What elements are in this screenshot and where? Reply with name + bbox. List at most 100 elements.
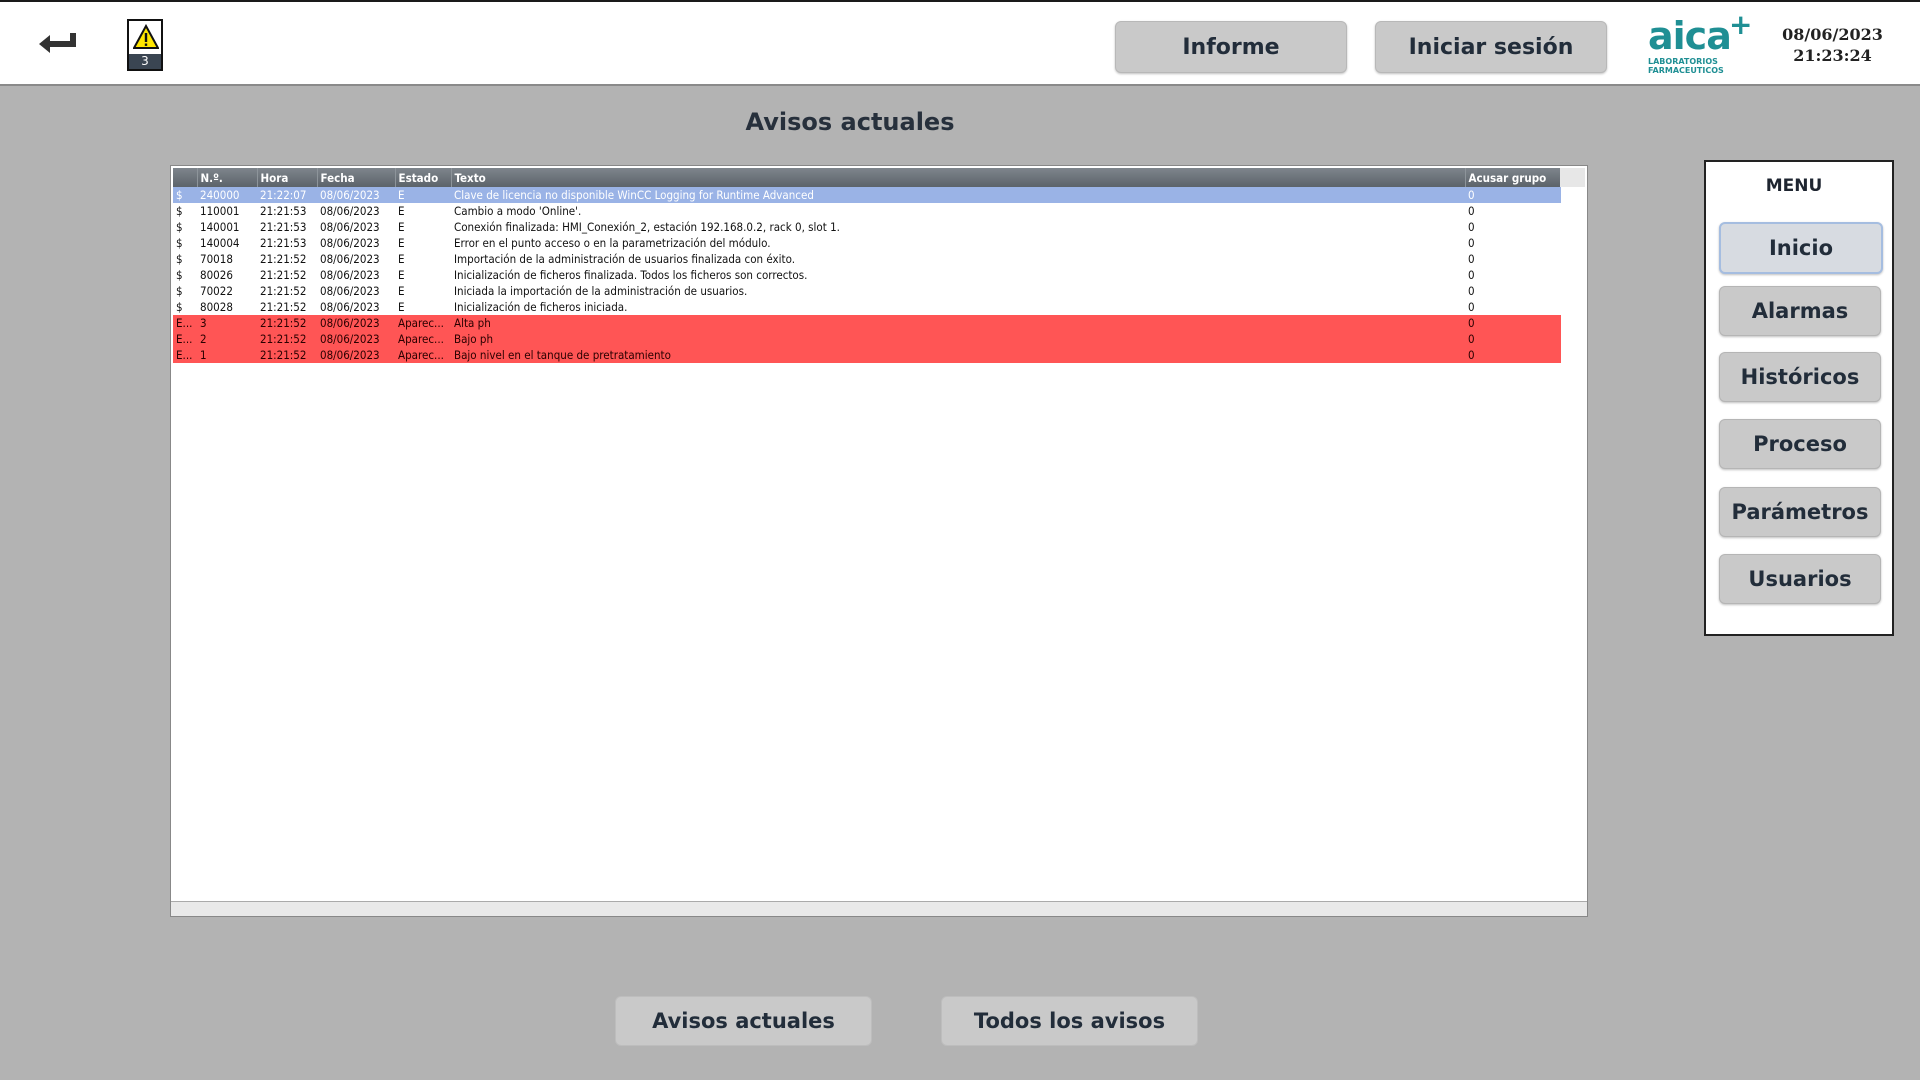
menu-usuarios-button[interactable]: Usuarios (1719, 554, 1881, 604)
cell-text: Alta ph (451, 315, 1465, 331)
cell-time: 21:21:53 (260, 220, 307, 234)
cell-date: 08/06/2023 (317, 315, 395, 331)
current-alarms-button[interactable]: Avisos actuales (615, 996, 872, 1046)
cell-status: E (398, 268, 405, 282)
alarm-view[interactable]: N.º. Hora Fecha Estado Texto Acusar grup… (170, 165, 1588, 917)
alarm-row[interactable]: $140004 21:21:53 08/06/2023 E Error en el pu… (173, 235, 1561, 251)
warning-icon (133, 24, 159, 49)
cell-number: 80028 (200, 300, 233, 314)
cell-number: 140004 (200, 236, 240, 250)
back-button[interactable] (30, 22, 86, 66)
cell-ack-group: 0 (1468, 252, 1475, 266)
alarm-row[interactable]: $80028 21:21:52 08/06/2023 E Inicialización … (173, 299, 1561, 315)
cell-text: Inicialización de ficheros iniciada. (454, 300, 628, 314)
cell-ack-group: 0 (1468, 268, 1475, 282)
cell-date: 08/06/2023 (317, 347, 395, 363)
logo-subtitle: LABORATORIOS FARMACEUTICOS (1648, 57, 1724, 75)
col-header-status[interactable]: Estado (395, 168, 452, 187)
cell-number: 70018 (200, 252, 233, 266)
cell-text: Importación de la administración de usua… (454, 252, 796, 266)
cell-ack-group: 0 (1468, 236, 1475, 250)
cell-time: 21:21:53 (260, 236, 307, 250)
cell-text: Iniciada la importación de la administra… (454, 284, 748, 298)
menu-panel: MENU Inicio Alarmas Históricos Proceso P… (1704, 160, 1894, 636)
alarm-row[interactable]: E... 1 21:21:52 08/06/2023 Aparec... Bajo niv… (173, 347, 1561, 363)
alarm-row[interactable]: $70022 21:21:52 08/06/2023 E Iniciada la imp… (173, 283, 1561, 299)
menu-inicio-button[interactable]: Inicio (1719, 222, 1883, 274)
cell-ack-group: 0 (1465, 331, 1561, 347)
cell-time: 21:21:52 (257, 347, 317, 363)
cell-status: Aparec... (395, 315, 451, 331)
cell-date: 08/06/2023 (320, 252, 380, 266)
cell-ack-group: 0 (1468, 300, 1475, 314)
cell-number: 80026 (200, 268, 233, 282)
cell-class: $ (176, 220, 183, 234)
top-bar: 3 Informe Iniciar sesión aica + LABORATO… (0, 0, 1920, 86)
alarm-table-body: $240000 21:22:07 08/06/2023 E Clave de licen… (173, 187, 1561, 363)
cell-status: E (398, 300, 405, 314)
alarm-row[interactable]: $140001 21:21:53 08/06/2023 E Conexión final… (173, 219, 1561, 235)
logo-plus-icon: + (1729, 8, 1753, 41)
col-header-number[interactable]: N.º. (197, 168, 258, 187)
col-header-date[interactable]: Fecha (317, 168, 396, 187)
cell-status: E (398, 284, 405, 298)
cell-class: $ (176, 284, 183, 298)
cell-date: 08/06/2023 (320, 284, 380, 298)
cell-status: Aparec... (395, 347, 451, 363)
col-header-text[interactable]: Texto (451, 168, 1466, 187)
menu-historicos-button[interactable]: Históricos (1719, 352, 1881, 402)
cell-class: $ (176, 268, 183, 282)
cell-text: Clave de licencia no disponible WinCC Lo… (451, 187, 1465, 203)
cell-status: Aparec... (395, 331, 451, 347)
alarm-row[interactable]: $70018 21:21:52 08/06/2023 E Importación de … (173, 251, 1561, 267)
scrollbar-corner (1560, 168, 1585, 187)
cell-class: $ (173, 187, 197, 203)
col-header-ack-group[interactable]: Acusar grupo (1465, 168, 1562, 187)
alarm-row[interactable]: E... 2 21:21:52 08/06/2023 Aparec... Bajo ph 0 (173, 331, 1561, 347)
cell-ack-group: 0 (1465, 187, 1561, 203)
cell-status: E (398, 220, 405, 234)
alarm-row[interactable]: E... 3 21:21:52 08/06/2023 Aparec... Alta ph 0 (173, 315, 1561, 331)
alarm-row[interactable]: $80026 21:21:52 08/06/2023 E Inicialización … (173, 267, 1561, 283)
cell-date: 08/06/2023 (317, 187, 395, 203)
cell-time: 21:21:53 (260, 204, 307, 218)
cell-text: Inicialización de ficheros finalizada. T… (454, 268, 808, 282)
menu-title: MENU (1765, 176, 1823, 196)
clock: 08/06/2023 21:23:24 (1770, 24, 1895, 66)
cell-time: 21:21:52 (260, 252, 307, 266)
cell-date: 08/06/2023 (320, 204, 380, 218)
time-display: 21:23:24 (1793, 46, 1872, 65)
cell-date: 08/06/2023 (320, 268, 380, 282)
alarm-table-header: N.º. Hora Fecha Estado Texto Acusar grup… (173, 168, 1562, 187)
cell-ack-group: 0 (1468, 284, 1475, 298)
col-header-class[interactable] (173, 168, 198, 187)
cell-date: 08/06/2023 (320, 300, 380, 314)
cell-ack-group: 0 (1468, 204, 1475, 218)
all-alarms-button[interactable]: Todos los avisos (941, 996, 1198, 1046)
cell-number: 110001 (200, 204, 240, 218)
cell-number: 1 (197, 347, 257, 363)
cell-status: E (398, 236, 405, 250)
menu-parametros-button[interactable]: Parámetros (1719, 487, 1881, 537)
alarm-row[interactable]: $240000 21:22:07 08/06/2023 E Clave de licen… (173, 187, 1561, 203)
report-button[interactable]: Informe (1115, 21, 1347, 73)
cell-class: $ (176, 236, 183, 250)
cell-class: E... (173, 347, 197, 363)
menu-proceso-button[interactable]: Proceso (1719, 419, 1881, 469)
cell-class: $ (176, 300, 183, 314)
alarm-indicator[interactable]: 3 (127, 19, 163, 71)
login-button[interactable]: Iniciar sesión (1375, 21, 1607, 73)
menu-alarmas-button[interactable]: Alarmas (1719, 286, 1881, 336)
col-header-time[interactable]: Hora (257, 168, 318, 187)
cell-ack-group: 0 (1465, 315, 1561, 331)
cell-ack-group: 0 (1465, 347, 1561, 363)
alarm-table[interactable]: N.º. Hora Fecha Estado Texto Acusar grup… (173, 168, 1562, 363)
cell-number: 240000 (197, 187, 257, 203)
company-logo: aica + LABORATORIOS FARMACEUTICOS (1645, 8, 1755, 75)
cell-time: 21:21:52 (257, 331, 317, 347)
alarm-row[interactable]: $110001 21:21:53 08/06/2023 E Cambio a modo … (173, 203, 1561, 219)
cell-number: 2 (197, 331, 257, 347)
cell-class: $ (176, 252, 183, 266)
cell-status: E (398, 252, 405, 266)
cell-status: E (395, 187, 451, 203)
